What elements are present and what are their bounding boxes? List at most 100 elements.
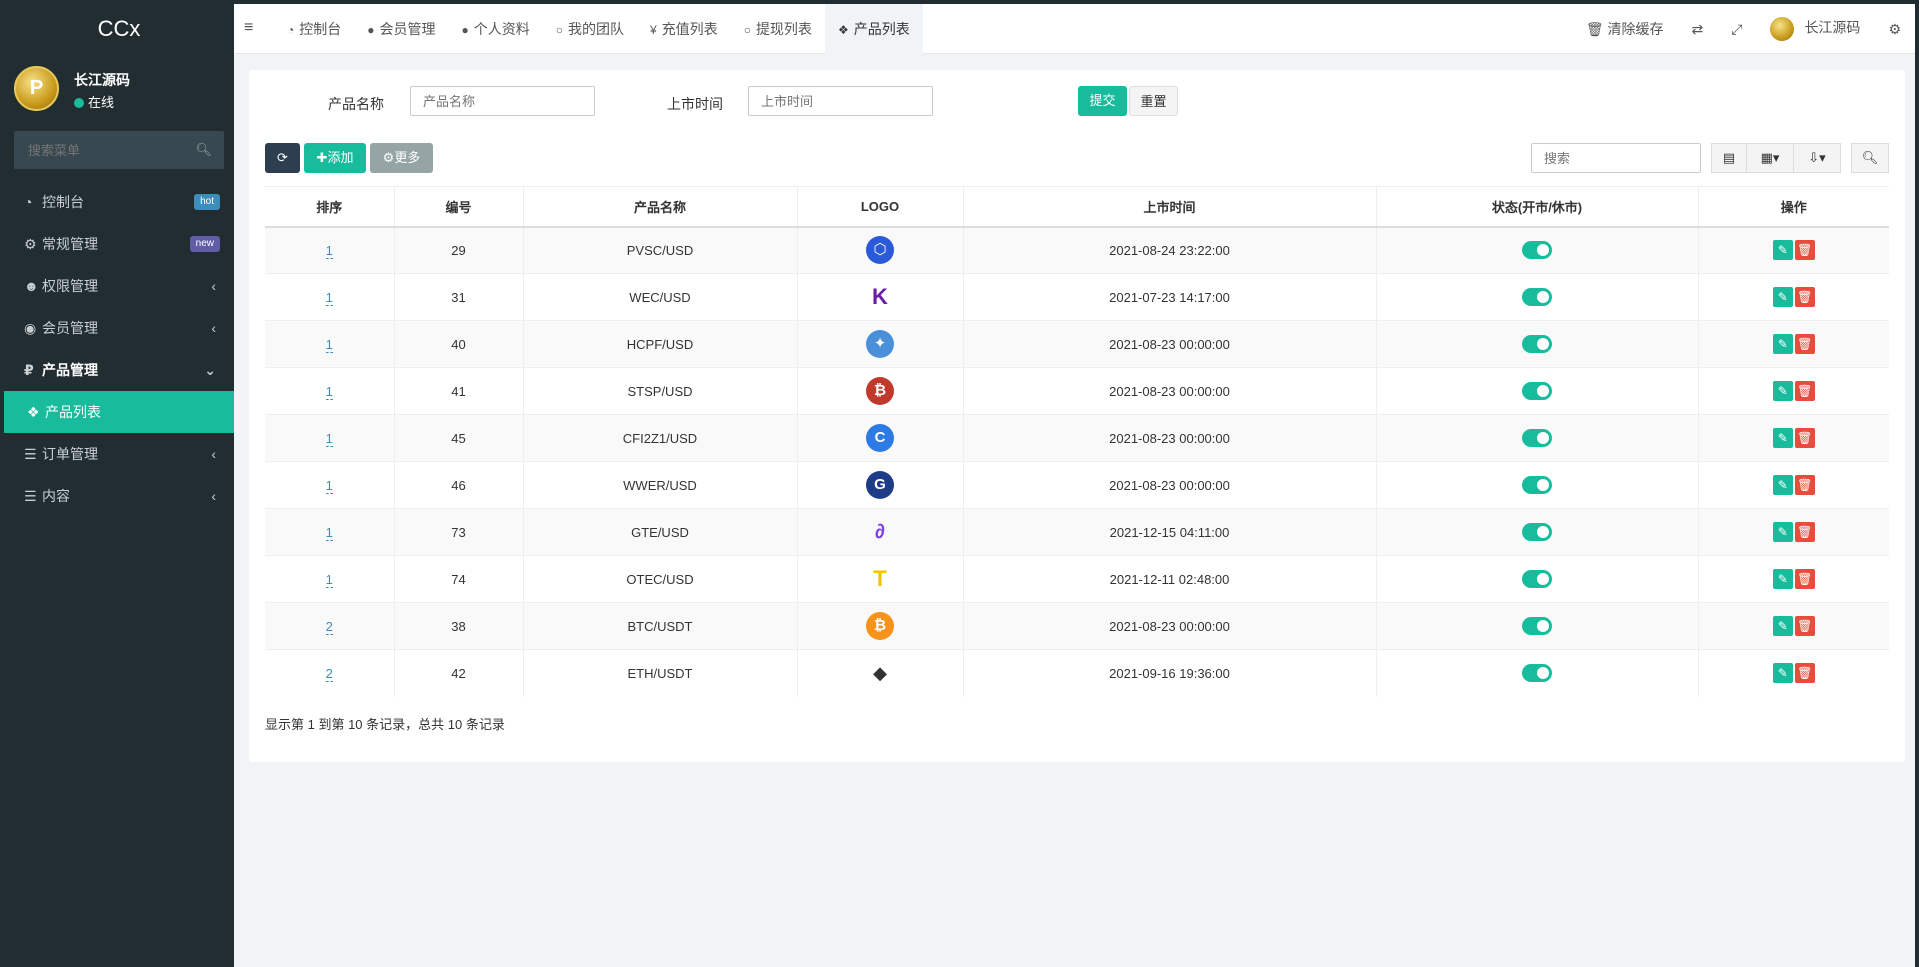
reset-button[interactable]: 重置 bbox=[1129, 86, 1178, 116]
gears-icon[interactable]: ⚙ bbox=[1874, 21, 1915, 38]
columns-button[interactable]: ▦▾ bbox=[1746, 143, 1794, 173]
sidebar-item-orders[interactable]: ☰ 订单管理 ‹ bbox=[4, 433, 234, 475]
clear-cache-button[interactable]: 🗑︎ 清除缓存 bbox=[1572, 19, 1678, 39]
add-button[interactable]: ✚添加 bbox=[304, 143, 366, 173]
edit-button[interactable]: ✎ bbox=[1772, 522, 1793, 542]
sort-edit-link[interactable]: 2 bbox=[325, 618, 333, 635]
status-toggle[interactable] bbox=[1522, 617, 1552, 635]
tab-label: 控制台 bbox=[299, 21, 342, 37]
search-button[interactable]: 🔍︎ bbox=[1851, 143, 1889, 173]
sort-edit-link[interactable]: 1 bbox=[325, 242, 333, 259]
delete-button[interactable]: 🗑︎ bbox=[1794, 240, 1815, 261]
menu-toggle-icon[interactable]: ≡ bbox=[244, 19, 253, 37]
more-button[interactable]: ⚙更多 bbox=[370, 143, 433, 173]
fullscreen-icon[interactable]: ⤢ bbox=[1717, 21, 1756, 38]
delete-button[interactable]: 🗑︎ bbox=[1794, 569, 1815, 589]
sidebar-item-label: 内容 bbox=[42, 488, 70, 504]
edit-button[interactable]: ✎ bbox=[1772, 381, 1793, 401]
edit-button[interactable]: ✎ bbox=[1772, 287, 1793, 307]
cell-name: CFI2Z1/USD bbox=[522, 414, 797, 462]
delete-button[interactable]: 🗑︎ bbox=[1794, 334, 1815, 354]
tab-label: 充值列表 bbox=[661, 21, 718, 37]
edit-button[interactable]: ✎ bbox=[1772, 569, 1793, 589]
delete-button[interactable]: 🗑︎ bbox=[1794, 475, 1815, 495]
edit-button[interactable]: ✎ bbox=[1772, 663, 1793, 684]
delete-button[interactable]: 🗑︎ bbox=[1794, 616, 1815, 636]
cell-name: OTEC/USD bbox=[522, 555, 797, 603]
sort-edit-link[interactable]: 1 bbox=[325, 477, 333, 494]
sidebar-item-dashboard[interactable]: ◔ 控制台 hot bbox=[4, 181, 234, 223]
refresh-button[interactable]: ⟳ bbox=[265, 143, 300, 173]
submit-button[interactable]: 提交 bbox=[1078, 86, 1127, 116]
export-button[interactable]: ⇩▾ bbox=[1793, 143, 1841, 173]
sort-edit-link[interactable]: 1 bbox=[325, 383, 333, 400]
cell-id: 45 bbox=[393, 414, 523, 462]
sort-edit-link[interactable]: 1 bbox=[325, 289, 333, 306]
sort-edit-link[interactable]: 1 bbox=[325, 524, 333, 541]
user-menu[interactable]: 长江源码 bbox=[1756, 17, 1874, 41]
toggle-view-button[interactable]: ▤ bbox=[1711, 143, 1747, 173]
app-logo[interactable]: CCx bbox=[4, 4, 234, 56]
tab-dashboard[interactable]: ◔ 控制台 bbox=[274, 4, 354, 54]
sidebar-search-input[interactable] bbox=[14, 131, 224, 169]
search-icon[interactable]: 🔍︎ bbox=[195, 142, 212, 158]
sort-edit-link[interactable]: 1 bbox=[325, 571, 333, 588]
sort-edit-link[interactable]: 1 bbox=[325, 430, 333, 447]
column-header[interactable]: 编号 bbox=[393, 186, 523, 228]
edit-button[interactable]: ✎ bbox=[1772, 428, 1793, 448]
tab-member[interactable]: ● 会员管理 bbox=[354, 4, 448, 54]
status-toggle[interactable] bbox=[1522, 335, 1552, 353]
column-header[interactable]: 状态(开市/休市) bbox=[1375, 186, 1698, 228]
tab-label: 会员管理 bbox=[379, 21, 436, 37]
tab-team[interactable]: ○ 我的团队 bbox=[543, 4, 637, 54]
add-label: 添加 bbox=[327, 150, 354, 165]
edit-button[interactable]: ✎ bbox=[1772, 240, 1793, 261]
tab-product-list[interactable]: ❖ 产品列表 bbox=[824, 4, 923, 54]
wwer-logo-icon: G bbox=[866, 471, 894, 499]
sidebar-item-member[interactable]: ◉ 会员管理 ‹ bbox=[4, 307, 234, 349]
delete-button[interactable]: 🗑︎ bbox=[1794, 428, 1815, 448]
ethereum-logo-icon: ◆ bbox=[873, 663, 887, 684]
column-header[interactable]: 排序 bbox=[265, 186, 394, 228]
list-time-input[interactable] bbox=[748, 86, 933, 116]
chevron-left-icon: ‹ bbox=[211, 446, 216, 462]
status-toggle[interactable] bbox=[1522, 288, 1552, 306]
table-search-input[interactable] bbox=[1531, 143, 1701, 173]
translate-icon[interactable]: ⇄ bbox=[1678, 21, 1718, 38]
delete-button[interactable]: 🗑︎ bbox=[1794, 522, 1815, 542]
tab-recharge[interactable]: ¥ 充值列表 bbox=[637, 4, 731, 54]
column-header[interactable]: 上市时间 bbox=[962, 186, 1376, 228]
delete-button[interactable]: 🗑︎ bbox=[1794, 287, 1815, 307]
status-toggle[interactable] bbox=[1522, 523, 1552, 541]
tab-label: 个人资料 bbox=[473, 21, 530, 37]
status-toggle[interactable] bbox=[1522, 241, 1552, 260]
tab-withdraw[interactable]: ○ 提现列表 bbox=[731, 4, 825, 54]
sidebar-item-auth[interactable]: ☻ 权限管理 ‹ bbox=[4, 265, 234, 307]
cell-id: 41 bbox=[393, 367, 523, 415]
pagination-info: 显示第 1 到第 10 条记录，总共 10 条记录 bbox=[265, 717, 505, 732]
sort-edit-link[interactable]: 2 bbox=[325, 665, 333, 682]
sidebar-item-content[interactable]: ☰ 内容 ‹ bbox=[4, 475, 234, 517]
status-toggle[interactable] bbox=[1522, 570, 1552, 588]
column-header[interactable]: 产品名称 bbox=[522, 186, 797, 228]
edit-button[interactable]: ✎ bbox=[1772, 475, 1793, 495]
sidebar-item-product-list[interactable]: ❖ 产品列表 bbox=[4, 391, 234, 433]
status-toggle[interactable] bbox=[1522, 664, 1552, 683]
sort-edit-link[interactable]: 1 bbox=[325, 336, 333, 353]
status-toggle[interactable] bbox=[1522, 429, 1552, 447]
delete-button[interactable]: 🗑︎ bbox=[1794, 663, 1815, 684]
tab-profile[interactable]: ● 个人资料 bbox=[449, 4, 543, 54]
user-circle-icon: ◉ bbox=[24, 320, 37, 336]
edit-button[interactable]: ✎ bbox=[1772, 334, 1793, 354]
sidebar-item-product[interactable]: ₽ 产品管理 ⌄ bbox=[4, 349, 234, 391]
status-toggle[interactable] bbox=[1522, 382, 1552, 400]
edit-button[interactable]: ✎ bbox=[1772, 616, 1793, 636]
table-header: 排序 编号 产品名称 LOGO 上市时间 状态(开市/休市) 操作 bbox=[265, 186, 1889, 228]
sidebar-item-general[interactable]: ⚙ 常规管理 new bbox=[4, 223, 234, 265]
delete-button[interactable]: 🗑︎ bbox=[1794, 381, 1815, 401]
cell-time: 2021-08-23 00:00:00 bbox=[962, 367, 1376, 415]
product-name-input[interactable] bbox=[410, 86, 595, 116]
column-header[interactable]: LOGO bbox=[796, 186, 963, 228]
status-toggle[interactable] bbox=[1522, 476, 1552, 494]
user-panel: P 长江源码 在线 bbox=[4, 56, 234, 131]
